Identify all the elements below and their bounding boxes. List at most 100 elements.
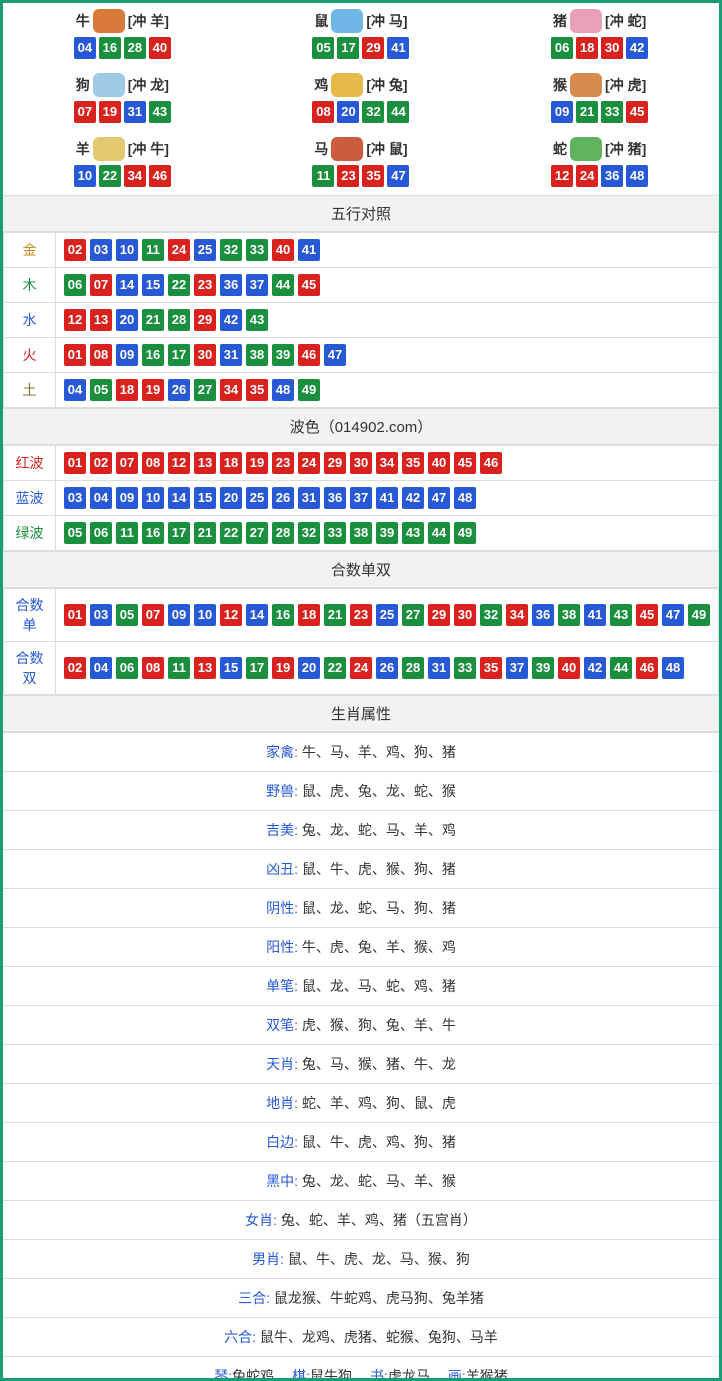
attr-row: 女肖: 兔、蛇、羊、鸡、猪（五宫肖） (3, 1200, 719, 1239)
attr-row: 阴性: 鼠、龙、蛇、马、狗、猪 (3, 888, 719, 927)
attr-value: 兔、蛇、羊、鸡、猪（五宫肖） (277, 1212, 477, 1228)
zodiac-top: 猴[冲 虎] (480, 73, 719, 97)
zodiac-animal-icon (331, 137, 363, 161)
row-value: 0103050709101214161821232527293032343638… (56, 589, 719, 642)
number-ball: 32 (480, 604, 502, 626)
number-ball: 11 (312, 165, 334, 187)
row-value: 1213202128294243 (56, 303, 719, 338)
four-arts-row: 琴:兔蛇鸡棋:鼠牛狗书:虎龙马画:羊猴猪 (3, 1356, 719, 1378)
table-row: 火0108091617303138394647 (4, 338, 719, 373)
zodiac-conflict: [冲 兔] (366, 75, 407, 95)
zodiac-animal-icon (93, 9, 125, 33)
zodiac-conflict: [冲 虎] (605, 75, 646, 95)
number-ball: 25 (194, 239, 216, 261)
number-row: 1213202128294243 (64, 309, 710, 331)
number-ball: 47 (324, 344, 346, 366)
number-ball: 11 (168, 657, 190, 679)
number-ball: 10 (74, 165, 96, 187)
number-ball: 40 (149, 37, 171, 59)
number-ball: 40 (558, 657, 580, 679)
table-row: 绿波05061116172122272832333839434449 (4, 516, 719, 551)
wuxing-table: 金02031011242532334041木060714152223363744… (3, 232, 719, 408)
number-ball: 04 (64, 379, 86, 401)
number-ball: 45 (626, 101, 648, 123)
attr-value: 鼠、龙、蛇、马、狗、猪 (298, 900, 456, 916)
zodiac-animal-icon (570, 73, 602, 97)
number-ball: 30 (350, 452, 372, 474)
attr-label: 阳性: (266, 939, 298, 955)
number-ball: 16 (272, 604, 294, 626)
number-ball: 37 (350, 487, 372, 509)
attrs-container: 家禽: 牛、马、羊、鸡、狗、猪野兽: 鼠、虎、兔、龙、蛇、猴吉美: 兔、龙、蛇、… (3, 732, 719, 1356)
attr-label: 女肖: (245, 1212, 277, 1228)
attr-value: 鼠、牛、虎、猴、狗、猪 (298, 861, 456, 877)
number-ball: 46 (636, 657, 658, 679)
number-ball: 47 (387, 165, 409, 187)
number-ball: 19 (142, 379, 164, 401)
number-ball: 07 (116, 452, 138, 474)
number-row: 05061116172122272832333839434449 (64, 522, 710, 544)
attr-row: 六合: 鼠牛、龙鸡、虎猪、蛇猴、兔狗、马羊 (3, 1317, 719, 1356)
number-ball: 28 (124, 37, 146, 59)
zodiac-animal-icon (331, 9, 363, 33)
number-ball: 10 (116, 239, 138, 261)
number-ball: 48 (626, 165, 648, 187)
row-value: 02031011242532334041 (56, 233, 719, 268)
number-ball: 32 (220, 239, 242, 261)
number-ball: 19 (246, 452, 268, 474)
four-value: 兔蛇鸡 (232, 1368, 274, 1378)
number-ball: 19 (272, 657, 294, 679)
number-ball: 07 (90, 274, 112, 296)
attr-row: 黑中: 兔、龙、蛇、马、羊、猴 (3, 1161, 719, 1200)
number-ball: 18 (576, 37, 598, 59)
number-ball: 23 (194, 274, 216, 296)
attr-value: 鼠牛、龙鸡、虎猪、蛇猴、兔狗、马羊 (256, 1329, 498, 1345)
row-key: 木 (4, 268, 56, 303)
number-ball: 20 (116, 309, 138, 331)
number-ball: 34 (376, 452, 398, 474)
number-ball: 35 (402, 452, 424, 474)
number-ball: 06 (64, 274, 86, 296)
number-ball: 44 (428, 522, 450, 544)
number-ball: 24 (298, 452, 320, 474)
number-ball: 46 (298, 344, 320, 366)
number-ball: 05 (312, 37, 334, 59)
number-ball: 24 (576, 165, 598, 187)
number-ball: 49 (688, 604, 710, 626)
four-label: 棋: (292, 1368, 310, 1378)
number-ball: 29 (324, 452, 346, 474)
number-row: 06071415222336374445 (64, 274, 710, 296)
number-ball: 29 (194, 309, 216, 331)
four-value: 虎龙马 (388, 1368, 430, 1378)
number-ball: 14 (116, 274, 138, 296)
number-ball: 29 (428, 604, 450, 626)
number-ball: 27 (246, 522, 268, 544)
number-ball: 21 (576, 101, 598, 123)
number-ball: 40 (272, 239, 294, 261)
zodiac-conflict: [冲 鼠] (366, 139, 407, 159)
number-ball: 02 (64, 239, 86, 261)
number-ball: 24 (168, 239, 190, 261)
number-ball: 10 (142, 487, 164, 509)
zodiac-top: 马[冲 鼠] (242, 137, 481, 161)
row-key: 合数单 (4, 589, 56, 642)
number-ball: 24 (350, 657, 372, 679)
zodiac-conflict: [冲 蛇] (605, 11, 646, 31)
number-ball: 22 (324, 657, 346, 679)
number-ball: 36 (220, 274, 242, 296)
number-ball: 09 (116, 344, 138, 366)
row-value: 04051819262734354849 (56, 373, 719, 408)
number-ball: 20 (298, 657, 320, 679)
four-item: 棋:鼠牛狗 (292, 1366, 352, 1378)
number-ball: 02 (90, 452, 112, 474)
number-row: 12243648 (480, 165, 719, 187)
table-row: 土04051819262734354849 (4, 373, 719, 408)
number-ball: 48 (272, 379, 294, 401)
number-ball: 22 (168, 274, 190, 296)
number-ball: 34 (506, 604, 528, 626)
number-ball: 48 (662, 657, 684, 679)
number-ball: 26 (168, 379, 190, 401)
number-ball: 10 (194, 604, 216, 626)
number-ball: 32 (362, 101, 384, 123)
number-ball: 22 (220, 522, 242, 544)
